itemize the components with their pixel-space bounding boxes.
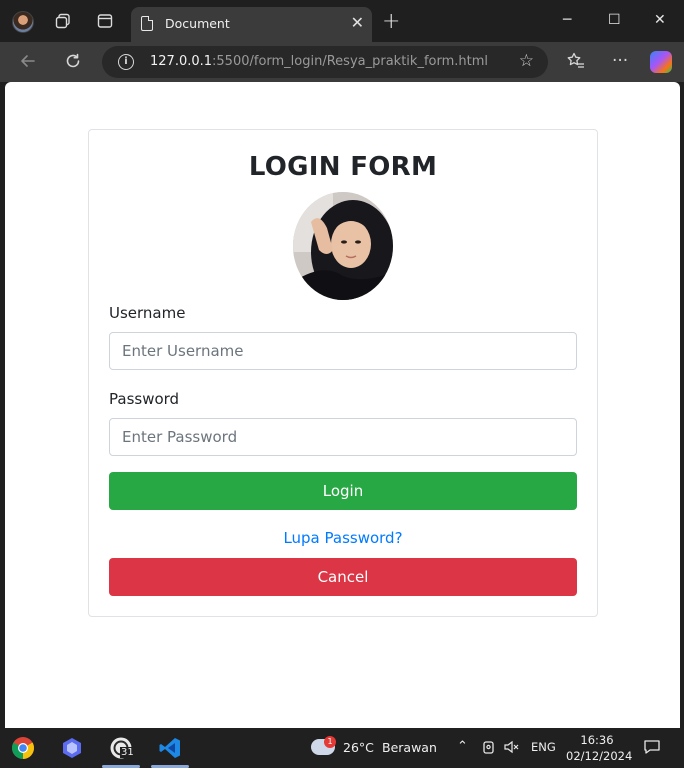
favorite-star-icon[interactable]: ☆ xyxy=(519,51,534,71)
document-icon xyxy=(141,16,153,31)
browser-titlebar: Document ✕ + ─ ☐ ✕ xyxy=(0,0,684,42)
system-clock[interactable]: 16:36 02/12/2024 xyxy=(566,732,633,764)
whatsapp-badge: 31 xyxy=(120,747,135,758)
cancel-button[interactable]: Cancel xyxy=(109,558,577,596)
browser-tab-document[interactable]: Document ✕ xyxy=(131,7,372,42)
weather-condition[interactable]: Berawan xyxy=(382,740,437,755)
form-title: LOGIN FORM xyxy=(248,152,438,182)
url-text[interactable]: 127.0.0.1:5500/form_login/Resya_praktik_… xyxy=(150,54,488,69)
clock-time: 16:36 xyxy=(580,733,614,747)
copilot-icon[interactable] xyxy=(650,51,672,73)
close-window-button[interactable]: ✕ xyxy=(654,10,666,30)
url-host: 127.0.0.1 xyxy=(150,54,213,69)
minimize-button[interactable]: ─ xyxy=(563,10,571,30)
forgot-password-link[interactable]: Lupa Password? xyxy=(89,529,597,547)
maximize-button[interactable]: ☐ xyxy=(608,10,621,30)
speaker-muted-icon[interactable] xyxy=(503,739,519,755)
login-card: LOGIN FORM Username Password xyxy=(88,129,598,617)
profile-photo-image xyxy=(293,192,393,300)
tab-actions-icon[interactable] xyxy=(97,13,113,29)
url-path: :5500/form_login/Resya_praktik_form.html xyxy=(212,54,488,69)
password-label: Password xyxy=(109,390,180,408)
back-icon[interactable] xyxy=(18,51,38,71)
notifications-icon[interactable] xyxy=(643,739,661,755)
more-icon[interactable]: ··· xyxy=(612,51,628,71)
site-info-icon[interactable]: i xyxy=(118,54,134,70)
new-tab-button[interactable]: + xyxy=(382,9,400,35)
profile-avatar-icon[interactable] xyxy=(12,11,34,33)
language-indicator[interactable]: ENG xyxy=(531,740,556,754)
profile-photo xyxy=(293,192,393,300)
username-label: Username xyxy=(109,304,186,322)
tab-close-icon[interactable]: ✕ xyxy=(351,14,364,32)
meet-now-icon[interactable] xyxy=(482,739,496,755)
login-button[interactable]: Login xyxy=(109,472,577,510)
tab-title: Document xyxy=(165,16,230,31)
windows-taskbar: 31 1 26°C Berawan ⌃ ENG 16:36 02/12/2024 xyxy=(0,728,684,768)
chevron-up-icon[interactable]: ⌃ xyxy=(457,739,468,755)
address-bar[interactable]: i 127.0.0.1:5500/form_login/Resya_prakti… xyxy=(102,46,548,78)
weather-badge: 1 xyxy=(324,736,336,748)
page-viewport: LOGIN FORM Username Password xyxy=(5,82,680,728)
password-input[interactable] xyxy=(109,418,577,456)
copilot-app-icon[interactable] xyxy=(60,736,84,760)
username-input[interactable] xyxy=(109,332,577,370)
clock-date: 02/12/2024 xyxy=(566,749,633,763)
refresh-icon[interactable] xyxy=(63,51,83,71)
chrome-icon[interactable] xyxy=(11,736,35,760)
vscode-icon[interactable] xyxy=(158,736,182,760)
workspaces-icon[interactable] xyxy=(55,13,71,29)
favorites-icon[interactable] xyxy=(566,51,586,71)
weather-temperature[interactable]: 26°C xyxy=(343,740,374,755)
browser-toolbar: i 127.0.0.1:5500/form_login/Resya_prakti… xyxy=(0,42,684,82)
